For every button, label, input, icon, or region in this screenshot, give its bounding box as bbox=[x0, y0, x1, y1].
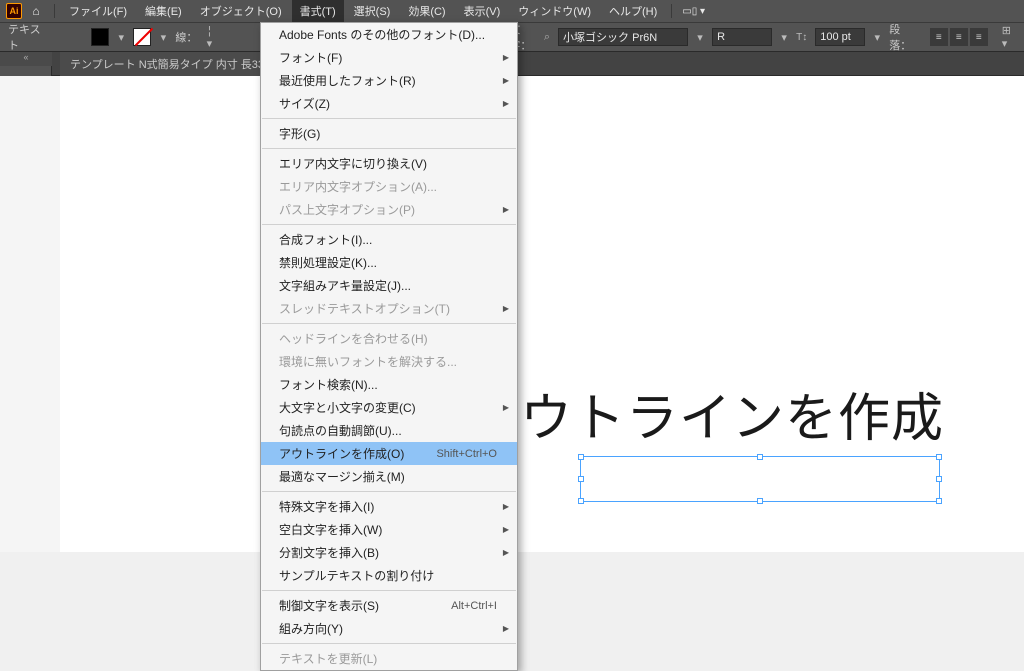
menu-item: 環境に無いフォントを解決する... bbox=[261, 350, 517, 373]
fill-swatch[interactable] bbox=[91, 28, 109, 46]
menu-item: パス上文字オプション(P) bbox=[261, 198, 517, 221]
menu-item-label: 組み方向(Y) bbox=[279, 620, 343, 637]
stroke-label: 線： bbox=[175, 29, 197, 45]
menu-item: テキストを更新(L) bbox=[261, 647, 517, 670]
menu-item[interactable]: 組み方向(Y) bbox=[261, 617, 517, 640]
menu-item: スレッドテキストオプション(T) bbox=[261, 297, 517, 320]
menu-edit[interactable]: 編集(E) bbox=[137, 0, 190, 22]
menu-effect[interactable]: 効果(C) bbox=[400, 0, 453, 22]
menu-item[interactable]: 文字組みアキ量設定(J)... bbox=[261, 274, 517, 297]
menu-item[interactable]: サイズ(Z) bbox=[261, 92, 517, 115]
search-icon: ⌕ bbox=[544, 31, 550, 44]
menu-item[interactable]: 制御文字を表示(S) Alt+Ctrl+I bbox=[261, 594, 517, 617]
menu-item-label: 制御文字を表示(S) bbox=[279, 597, 379, 614]
menu-item-label: サイズ(Z) bbox=[279, 95, 330, 112]
paragraph-align-group: ≡ ≡ ≡ bbox=[930, 28, 988, 46]
stroke-weight-dropdown[interactable]: ¦ ▾ bbox=[205, 25, 213, 50]
menu-item-label: 空白文字を挿入(W) bbox=[279, 521, 382, 538]
menu-item-label: 句読点の自動調節(U)... bbox=[279, 422, 402, 439]
menu-item[interactable]: サンプルテキストの割り付け bbox=[261, 564, 517, 587]
align-center-icon[interactable]: ≡ bbox=[950, 28, 968, 46]
artboard[interactable]: ウトラインを作成 bbox=[60, 76, 1024, 552]
menu-divider bbox=[262, 491, 516, 492]
menu-window[interactable]: ウィンドウ(W) bbox=[510, 0, 599, 22]
menu-item[interactable]: 最適なマージン揃え(M) bbox=[261, 465, 517, 488]
home-icon[interactable]: ⌂ bbox=[28, 3, 44, 19]
menu-item-label: 最適なマージン揃え(M) bbox=[279, 468, 405, 485]
stroke-swatch[interactable] bbox=[133, 28, 151, 46]
menu-item-label: 大文字と小文字の変更(C) bbox=[279, 399, 416, 416]
menu-item-label: 分割文字を挿入(B) bbox=[279, 544, 379, 561]
font-family-field[interactable] bbox=[558, 28, 688, 46]
menu-item[interactable]: 字形(G) bbox=[261, 122, 517, 145]
menu-select[interactable]: 選択(S) bbox=[346, 0, 399, 22]
menu-item[interactable]: エリア内文字に切り換え(V) bbox=[261, 152, 517, 175]
menu-divider bbox=[262, 224, 516, 225]
menu-item-label: ヘッドラインを合わせる(H) bbox=[279, 330, 428, 347]
mode-label: テキスト bbox=[8, 21, 43, 53]
menu-item-label: フォント検索(N)... bbox=[279, 376, 378, 393]
menu-item-label: 合成フォント(I)... bbox=[279, 231, 372, 248]
menu-type[interactable]: 書式(T) bbox=[292, 0, 344, 22]
menu-item[interactable]: 特殊文字を挿入(I) bbox=[261, 495, 517, 518]
menu-item-label: 特殊文字を挿入(I) bbox=[279, 498, 374, 515]
menu-divider bbox=[262, 643, 516, 644]
menu-item[interactable]: アウトラインを作成(O) Shift+Ctrl+O bbox=[261, 442, 517, 465]
menu-item-label: エリア内文字オプション(A)... bbox=[279, 178, 437, 195]
menu-item[interactable]: 空白文字を挿入(W) bbox=[261, 518, 517, 541]
menu-item-label: 禁則処理設定(K)... bbox=[279, 254, 377, 271]
para-label: 段落： bbox=[889, 21, 915, 53]
type-menu-dropdown: Adobe Fonts のその他のフォント(D)... フォント(F) 最近使用した… bbox=[260, 22, 518, 671]
menu-help[interactable]: ヘルプ(H) bbox=[601, 0, 665, 22]
font-style-field[interactable] bbox=[712, 28, 772, 46]
menu-divider bbox=[262, 590, 516, 591]
menu-item-label: フォント(F) bbox=[279, 49, 342, 66]
menu-item[interactable]: フォント検索(N)... bbox=[261, 373, 517, 396]
text-object[interactable]: ウトラインを作成 bbox=[520, 376, 944, 451]
menu-item-label: サンプルテキストの割り付け bbox=[279, 567, 434, 584]
menu-item[interactable]: フォント(F) bbox=[261, 46, 517, 69]
menu-item[interactable]: 最近使用したフォント(R) bbox=[261, 69, 517, 92]
menu-item-label: 文字組みアキ量設定(J)... bbox=[279, 277, 411, 294]
menu-item: ヘッドラインを合わせる(H) bbox=[261, 327, 517, 350]
align-right-icon[interactable]: ≡ bbox=[970, 28, 988, 46]
arrange-documents-icon[interactable]: ▭▯ ▾ bbox=[678, 6, 709, 17]
menu-item[interactable]: 大文字と小文字の変更(C) bbox=[261, 396, 517, 419]
menu-item[interactable]: 禁則処理設定(K)... bbox=[261, 251, 517, 274]
menu-item-label: エリア内文字に切り換え(V) bbox=[279, 155, 427, 172]
menu-file[interactable]: ファイル(F) bbox=[61, 0, 135, 22]
menu-item-label: スレッドテキストオプション(T) bbox=[279, 300, 450, 317]
menu-item-shortcut: Shift+Ctrl+O bbox=[436, 448, 497, 460]
collapse-toolbar-icon[interactable]: « bbox=[0, 52, 52, 66]
menu-item[interactable]: 分割文字を挿入(B) bbox=[261, 541, 517, 564]
menu-view[interactable]: 表示(V) bbox=[456, 0, 509, 22]
align-left-icon[interactable]: ≡ bbox=[930, 28, 948, 46]
menu-divider bbox=[262, 323, 516, 324]
menu-item[interactable]: Adobe Fonts のその他のフォント(D)... bbox=[261, 23, 517, 46]
menu-item-label: Adobe Fonts のその他のフォント(D)... bbox=[279, 26, 485, 43]
menu-item-shortcut: Alt+Ctrl+I bbox=[451, 600, 497, 612]
font-size-field[interactable] bbox=[815, 28, 865, 46]
menu-item-label: アウトラインを作成(O) bbox=[279, 445, 404, 462]
menu-bar: Ai ⌂ ファイル(F) 編集(E) オブジェクト(O) 書式(T) 選択(S)… bbox=[0, 0, 1024, 22]
font-size-icon: T↕ bbox=[796, 32, 807, 43]
menu-item[interactable]: 句読点の自動調節(U)... bbox=[261, 419, 517, 442]
selection-bounding-box[interactable] bbox=[580, 456, 940, 502]
menu-divider bbox=[262, 148, 516, 149]
menu-item: エリア内文字オプション(A)... bbox=[261, 175, 517, 198]
menu-item-label: 最近使用したフォント(R) bbox=[279, 72, 416, 89]
menu-divider bbox=[262, 118, 516, 119]
menu-item-label: テキストを更新(L) bbox=[279, 650, 377, 667]
app-logo: Ai bbox=[6, 3, 22, 19]
menu-item-label: 環境に無いフォントを解決する... bbox=[279, 353, 457, 370]
menu-object[interactable]: オブジェクト(O) bbox=[192, 0, 290, 22]
menu-item-label: 字形(G) bbox=[279, 125, 320, 142]
options-more-icon[interactable]: ⊞ ▾ bbox=[1002, 24, 1016, 50]
menu-item-label: パス上文字オプション(P) bbox=[279, 201, 415, 218]
menu-item[interactable]: 合成フォント(I)... bbox=[261, 228, 517, 251]
